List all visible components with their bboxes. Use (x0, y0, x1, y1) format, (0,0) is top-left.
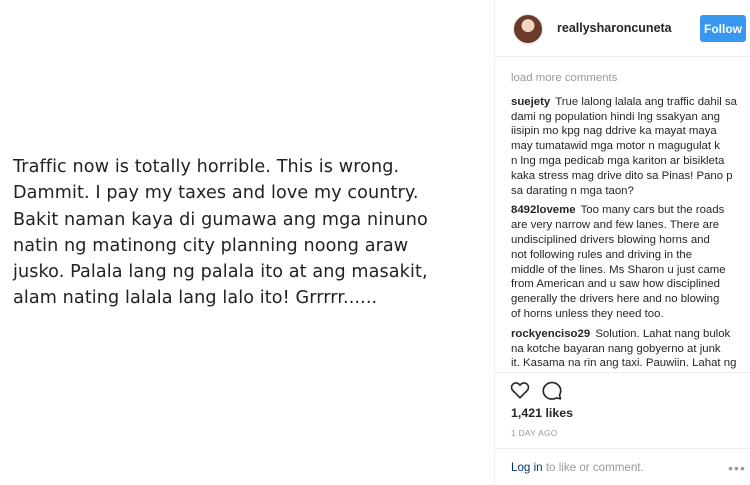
post-text-line: natin ng matinong city planning noong ar… (13, 235, 409, 256)
comment-author-link[interactable]: 8492loveme (511, 204, 576, 216)
post-footer: Log in to like or comment. ••• (495, 448, 750, 485)
comment-text: Too many cars but the roads (580, 204, 725, 217)
comment-text: na kotche bayaran nang gobyerno at junk (511, 342, 721, 355)
login-prompt-text: to like or comment. (542, 461, 644, 474)
comment-text: kaka stress mag drive dito sa Pinas! Pan… (511, 169, 733, 182)
comment-text: it. Kasama na rin ang taxi. Pauwiin. Lah… (511, 357, 737, 370)
follow-button[interactable]: Follow (700, 15, 746, 42)
load-more-comments-link[interactable]: load more comments (511, 71, 747, 86)
comment-text: generally the drivers here and no blowin… (511, 293, 720, 306)
more-options-icon[interactable]: ••• (727, 458, 747, 478)
login-prompt: Log in to like or comment. (511, 461, 644, 474)
comment-first-line: rockyenciso29 Solution. Lahat nang bulok (511, 327, 747, 342)
comment-text: may tumatawid mga motor n magugulat k (511, 140, 720, 153)
comment-text: True lalong lalala ang traffic dahil sa (555, 95, 737, 108)
username-link[interactable]: reallysharoncuneta (557, 21, 672, 35)
comment-item: 8492loveme Too many cars but the roads a… (511, 203, 747, 321)
comment-text: dami ng population hindi lng ssakyan ang (511, 110, 720, 123)
comment-text: n lng mga pedicab mga kariton ar bisikle… (511, 154, 725, 167)
post-text-line: jusko. Palala lang ng palala ito at ang … (13, 262, 428, 283)
post-actions: 1,421 likes 1 DAY AGO (495, 372, 750, 438)
comment-text: undisciplined drivers blowing horns and (511, 233, 710, 246)
comment-item: rockyenciso29 Solution. Lahat nang bulok… (511, 327, 747, 370)
post-text-line: Bakit naman kaya di gumawa ang mga ninun… (13, 209, 428, 230)
post-text-line: alam nating lalala lang lalo ito! Grrrrr… (13, 288, 378, 309)
post-header: reallysharoncuneta Follow (495, 0, 750, 57)
likes-count[interactable]: 1,421 likes (511, 406, 573, 420)
comment-text: Solution. Lahat nang bulok (595, 327, 731, 340)
comment-text: middle of the lines. Ms Sharon u just ca… (511, 263, 726, 276)
comment-text: sa darating n mga taon? (511, 184, 634, 197)
post-text-line: Dammit. I pay my taxes and love my count… (13, 183, 419, 204)
post-text-line: Traffic now is totally horrible. This is… (13, 157, 400, 177)
post-image: Traffic now is totally horrible. This is… (0, 0, 494, 485)
comment-first-line: suejety True lalong lalala ang traffic d… (511, 95, 747, 110)
comment-text: from American and u saw how disciplined (511, 278, 720, 291)
comment-text: are very narrow and few lanes. There are (511, 219, 720, 232)
comment-author-link[interactable]: rockyenciso29 (511, 328, 590, 340)
comment-text: of horns unless they need too. (511, 307, 664, 320)
comment-first-line: 8492loveme Too many cars but the roads (511, 203, 747, 218)
comments-list: load more comments suejety True lalong l… (511, 66, 747, 370)
avatar[interactable] (513, 14, 543, 44)
comment-bubble-icon[interactable] (541, 379, 563, 401)
post-image-text: Traffic now is totally horrible. This is… (13, 154, 483, 312)
login-link[interactable]: Log in (511, 461, 543, 474)
comment-text: iisipin mo kpg nag ddrive ka mayat maya (511, 125, 717, 138)
post-timestamp: 1 DAY AGO (511, 428, 558, 438)
post-side-panel: reallysharoncuneta Follow load more comm… (494, 0, 750, 485)
heart-icon[interactable] (509, 379, 531, 401)
comment-text: not following rules and driving in the (511, 248, 693, 261)
comment-item: suejety True lalong lalala ang traffic d… (511, 95, 747, 199)
comment-author-link[interactable]: suejety (511, 96, 550, 108)
